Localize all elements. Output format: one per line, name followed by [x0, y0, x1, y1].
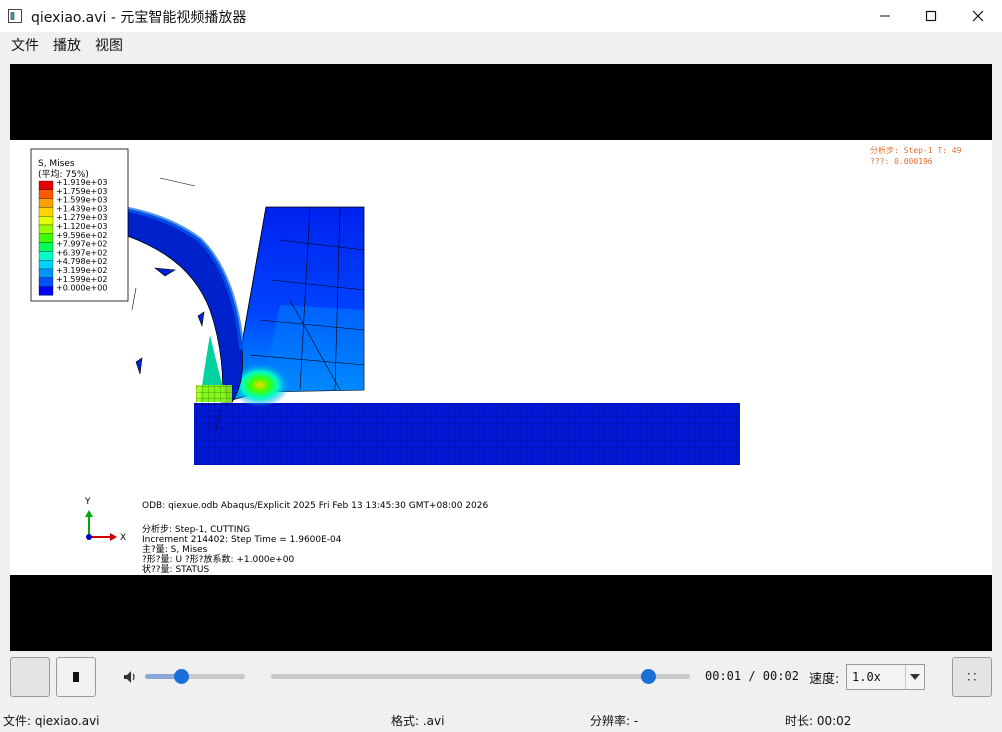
legend-title: S, Mises	[38, 159, 75, 169]
close-icon	[972, 10, 984, 22]
maximize-icon	[925, 10, 937, 22]
legend-swatch	[38, 180, 54, 190]
seek-bar[interactable]	[271, 669, 690, 684]
legend-swatch	[38, 286, 54, 296]
legend-swatch	[38, 277, 54, 287]
legend-swatch	[38, 260, 54, 270]
maximize-button[interactable]	[908, 0, 954, 32]
status-duration: 时长: 00:02	[785, 714, 852, 728]
legend-swatch	[38, 242, 54, 252]
seek-handle[interactable]	[641, 669, 657, 684]
legend-swatch	[38, 189, 54, 199]
speed-select[interactable]: 1.0x	[846, 664, 925, 690]
axis-x-label: X	[120, 533, 126, 543]
legend-value: +1.599e+02	[56, 275, 107, 284]
legend-swatch	[38, 207, 54, 217]
chevron-down-icon	[910, 674, 920, 680]
legend-swatch	[38, 233, 54, 243]
menu-view[interactable]: 视图	[95, 35, 123, 55]
axis-triad: Y X	[84, 497, 126, 543]
volume-slider[interactable]	[145, 669, 245, 684]
status-bar: 文件: qiexiao.avi 格式: .avi 分辨率: - 时长: 00:0…	[0, 708, 1002, 732]
legend-value: +0.000e+00	[56, 284, 107, 293]
axis-y-label: Y	[84, 497, 91, 507]
menu-play[interactable]: 播放	[53, 35, 81, 55]
legend-value: +1.279e+03	[56, 213, 107, 222]
legend-swatch	[38, 198, 54, 208]
legend-value: +9.596e+02	[56, 231, 107, 240]
minimize-icon	[880, 15, 890, 17]
video-frame: S, Mises (平均: 75%) +1.919e+03 +1.759e+03 +…	[10, 140, 992, 575]
minimize-button[interactable]	[862, 0, 908, 32]
status-format: 格式: .avi	[391, 714, 445, 728]
legend-swatch	[38, 251, 54, 261]
close-button[interactable]	[955, 0, 1001, 32]
menu-file[interactable]: 文件	[11, 35, 39, 55]
legend-value: +1.919e+03	[56, 178, 107, 187]
legend-swatch	[38, 216, 54, 226]
status-file: 文件: qiexiao.avi	[3, 714, 100, 728]
video-display[interactable]: S, Mises (平均: 75%) +1.919e+03 +1.759e+03 +…	[10, 64, 992, 651]
dots-grid-icon	[968, 673, 976, 681]
volume-handle[interactable]	[174, 669, 189, 684]
stress-legend: S, Mises (平均: 75%) +1.919e+03+1.759e+03+…	[30, 148, 129, 302]
legend-swatch	[38, 268, 54, 278]
info-line: 主?量: S, Mises	[142, 543, 208, 555]
info-line: Increment 214402: Step Time = 1.9600E-04	[142, 535, 342, 545]
speaker-icon[interactable]	[123, 670, 137, 684]
stop-icon	[73, 672, 79, 682]
status-resolution: 分辨率: -	[590, 714, 639, 728]
time-label: ???: 0.000196	[870, 157, 933, 166]
info-line: 分析步: Step-1, CUTTING	[142, 523, 250, 535]
cutting-tool	[230, 206, 365, 407]
legend-value: +1.120e+03	[56, 222, 107, 231]
legend-value: +1.759e+03	[56, 187, 107, 196]
legend-value: +4.798e+02	[56, 257, 107, 266]
legend-value: +1.599e+03	[56, 196, 107, 205]
time-display: 00:01 / 00:02	[705, 669, 799, 683]
info-line: 状??量: STATUS	[142, 563, 210, 575]
legend-value: +1.439e+03	[56, 204, 107, 213]
legend-value: +3.199e+02	[56, 266, 107, 275]
menu-bar: 文件 播放 视图	[0, 32, 1002, 56]
info-block: ODB: qiexue.odb Abaqus/Explicit 2025 Fri…	[142, 501, 488, 575]
window-title: qiexiao.avi - 元宝智能视频播放器	[31, 10, 247, 26]
stop-button[interactable]	[56, 657, 96, 697]
legend-value: +6.397e+02	[56, 248, 107, 257]
app-icon	[8, 8, 22, 23]
play-button[interactable]	[10, 657, 50, 697]
info-line: ODB: qiexue.odb Abaqus/Explicit 2025 Fri…	[142, 501, 488, 511]
speed-label: 速度:	[809, 672, 840, 687]
legend-value: +7.997e+02	[56, 240, 107, 249]
legend-swatch	[38, 224, 54, 234]
speed-value: 1.0x	[852, 670, 881, 684]
fullscreen-button[interactable]	[952, 657, 992, 697]
step-label: 分析步: Step-1 T: 49	[870, 145, 962, 155]
title-bar: qiexiao.avi - 元宝智能视频播放器	[0, 0, 1002, 32]
info-line: ?形?量: U ?形?放系数: +1.000e+00	[142, 553, 294, 565]
